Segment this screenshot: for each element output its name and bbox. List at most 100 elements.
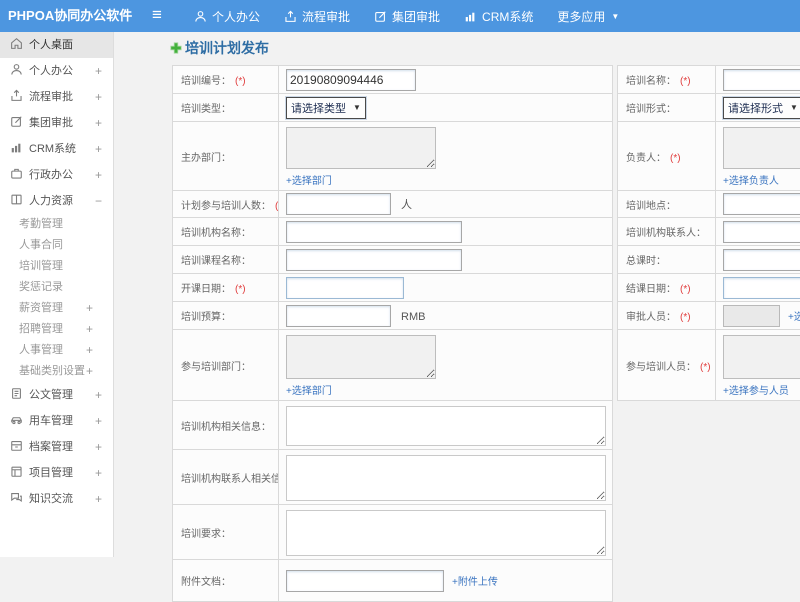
nav-item-more-apps[interactable]: 更多应用▼ xyxy=(545,0,631,32)
required-mark: (*) xyxy=(670,153,681,164)
total-hours-input[interactable] xyxy=(723,249,800,271)
form-row: 开课日期：(*) xyxy=(173,274,613,302)
sidebar-item-project-mgmt[interactable]: 项目管理 + xyxy=(0,460,113,486)
sidebar-item-group-approval[interactable]: 集团审批+ xyxy=(0,110,113,136)
sidebar-item-salary-mgmt[interactable]: 薪资管理 + xyxy=(0,298,113,319)
sidebar-item-label: 个人办公 xyxy=(29,65,73,77)
select-leader-link[interactable]: +选择负责人 xyxy=(723,172,779,187)
sidebar-item-vehicle-mgmt[interactable]: 用车管理+ xyxy=(0,408,113,434)
collapse-icon[interactable]: − xyxy=(95,188,102,214)
sidebar-item-personal-desktop[interactable]: 个人桌面 xyxy=(0,32,113,58)
field-label: 培训课程名称： xyxy=(181,256,251,267)
archive-icon xyxy=(10,436,23,462)
expand-icon[interactable]: + xyxy=(95,382,102,408)
form-row: 培训名称：(*) xyxy=(618,66,800,94)
expand-icon[interactable]: + xyxy=(86,361,93,382)
end-date-input[interactable] xyxy=(723,277,800,299)
required-mark: (*) xyxy=(235,76,246,87)
expand-icon[interactable]: + xyxy=(95,408,102,434)
sidebar-item-label: 基础类别设置 xyxy=(19,365,85,377)
sidebar-item-base-category-settings[interactable]: 基础类别设置+ xyxy=(0,361,113,382)
nav-item-label: 个人办公 xyxy=(212,8,260,25)
upload-icon xyxy=(284,10,297,23)
participants-textarea[interactable] xyxy=(723,335,800,379)
org-contact-input[interactable] xyxy=(723,221,800,243)
sidebar-item-label: 薪资管理 xyxy=(19,302,63,314)
select-dept-link[interactable]: +选择部门 xyxy=(286,382,332,397)
sidebar-item-knowledge-exchange[interactable]: 知识交流 + xyxy=(0,486,113,512)
select-dept-link[interactable]: +选择部门 xyxy=(286,172,332,187)
join-dept-textarea[interactable] xyxy=(286,335,436,379)
sidebar-item-human-resources[interactable]: 人力资源 − xyxy=(0,188,113,214)
place-input[interactable] xyxy=(723,193,800,215)
attachment-upload-link[interactable]: +附件上传 xyxy=(452,573,498,588)
hamburger-icon[interactable]: ≡ xyxy=(152,0,162,32)
sidebar-item-personal-office[interactable]: 个人办公 + xyxy=(0,58,113,84)
expand-icon[interactable]: + xyxy=(95,460,102,486)
host-dept-textarea[interactable] xyxy=(286,127,436,169)
attachment-input[interactable] xyxy=(286,570,444,592)
sidebar-item-label: 档案管理 xyxy=(29,441,73,453)
nav-item-group-approval[interactable]: 集团审批 xyxy=(362,0,452,32)
training-name-input[interactable] xyxy=(723,69,800,91)
training-mode-select[interactable]: 请选择形式 ▼ xyxy=(723,97,800,119)
select-participants-link[interactable]: +选择参与人员 xyxy=(723,382,789,397)
nav-item-personal-office[interactable]: 个人办公 xyxy=(182,0,272,32)
expand-icon[interactable]: + xyxy=(95,110,102,136)
sidebar-item-label: 知识交流 xyxy=(29,493,73,505)
training-type-select[interactable]: 请选择类型 ▼ xyxy=(286,97,366,119)
requirement-textarea[interactable] xyxy=(286,510,606,556)
expand-icon[interactable]: + xyxy=(95,486,102,512)
start-date-input[interactable] xyxy=(286,277,404,299)
sidebar-item-training-mgmt[interactable]: 培训管理 xyxy=(0,256,113,277)
required-mark: (*) xyxy=(680,312,691,323)
sidebar-item-crm-system[interactable]: CRM系统+ xyxy=(0,136,113,162)
sidebar-item-document-mgmt[interactable]: 公文管理+ xyxy=(0,382,113,408)
sidebar-item-attendance-mgmt[interactable]: 考勤管理 xyxy=(0,214,113,235)
select-approver-link[interactable]: +选择审批人员 xyxy=(788,308,800,323)
sidebar-item-label: 项目管理 xyxy=(29,467,73,479)
leader-textarea[interactable] xyxy=(723,127,800,169)
org-contact-info-textarea[interactable] xyxy=(286,455,606,501)
field-label: 参与培训人员： xyxy=(626,362,696,373)
sidebar-item-label: 人事合同 xyxy=(19,239,63,251)
sidebar: 个人桌面个人办公+流程审批+集团审批+CRM系统+行政办公+人力资源−考勤管理人… xyxy=(0,32,114,557)
sidebar-item-personnel-mgmt[interactable]: 人事管理+ xyxy=(0,340,113,361)
training-form-left: 培训编号：(*) 培训类型： 请选择类型 ▼ 主办部门： +选择部门 计划参与培… xyxy=(172,65,613,602)
planned-count-input[interactable] xyxy=(286,193,391,215)
select-value: 请选择形式 xyxy=(728,100,783,116)
approver-input[interactable] xyxy=(723,305,780,327)
sidebar-item-hr-contract[interactable]: 人事合同 xyxy=(0,235,113,256)
field-label: 培训要求： xyxy=(181,529,231,540)
field-label: 培训预算： xyxy=(181,312,231,323)
expand-icon[interactable]: + xyxy=(95,162,102,188)
org-info-textarea[interactable] xyxy=(286,406,606,446)
form-row: 主办部门： +选择部门 xyxy=(173,122,613,191)
training-no-input[interactable] xyxy=(286,69,416,91)
sidebar-item-archive-mgmt[interactable]: 档案管理 + xyxy=(0,434,113,460)
sidebar-item-label: 人力资源 xyxy=(29,195,73,207)
sidebar-item-recruit-mgmt[interactable]: 招聘管理+ xyxy=(0,319,113,340)
nav-item-crm-system[interactable]: CRM系统 xyxy=(452,0,545,32)
unit-suffix: 人 xyxy=(401,199,412,211)
budget-input[interactable] xyxy=(286,305,391,327)
nav-item-workflow-approval[interactable]: 流程审批 xyxy=(272,0,362,32)
app-logo: PHPOA协同办公软件 xyxy=(8,0,132,32)
expand-icon[interactable]: + xyxy=(86,340,93,361)
sidebar-item-reward-records[interactable]: 奖惩记录 xyxy=(0,277,113,298)
sidebar-item-admin-office[interactable]: 行政办公+ xyxy=(0,162,113,188)
expand-icon[interactable]: + xyxy=(95,84,102,110)
expand-icon[interactable]: + xyxy=(86,319,93,340)
course-name-input[interactable] xyxy=(286,249,462,271)
expand-icon[interactable]: + xyxy=(95,58,102,84)
nav-item-label: 流程审批 xyxy=(302,8,350,25)
field-label: 培训形式： xyxy=(626,104,676,115)
expand-icon[interactable]: + xyxy=(95,434,102,460)
expand-icon[interactable]: + xyxy=(86,298,93,319)
sidebar-item-workflow-approval[interactable]: 流程审批+ xyxy=(0,84,113,110)
page-title-text: 培训计划发布 xyxy=(185,38,269,58)
training-form-right: 培训名称：(*) 培训形式： 请选择形式 ▼ 负责人：(*) +选择负责人 培训… xyxy=(617,65,800,401)
org-name-input[interactable] xyxy=(286,221,462,243)
expand-icon[interactable]: + xyxy=(95,136,102,162)
field-label: 结课日期： xyxy=(626,284,676,295)
